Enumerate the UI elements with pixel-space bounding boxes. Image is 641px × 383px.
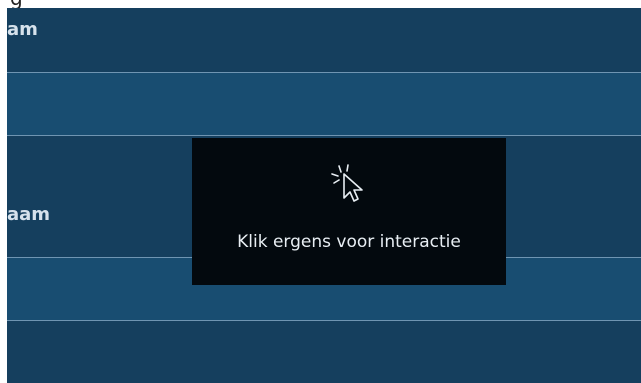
overlay-message: Klik ergens voor interactie (237, 232, 461, 252)
list-row[interactable] (7, 73, 641, 135)
click-to-interact-overlay[interactable]: Klik ergens voor interactie (192, 138, 506, 285)
row-label: aam (7, 204, 51, 225)
top-edge-text-cutoff: g (0, 0, 641, 8)
row-label: am (7, 19, 38, 40)
click-cursor-icon (330, 162, 366, 206)
list-row[interactable] (7, 321, 641, 383)
list-row[interactable]: am (7, 8, 641, 72)
